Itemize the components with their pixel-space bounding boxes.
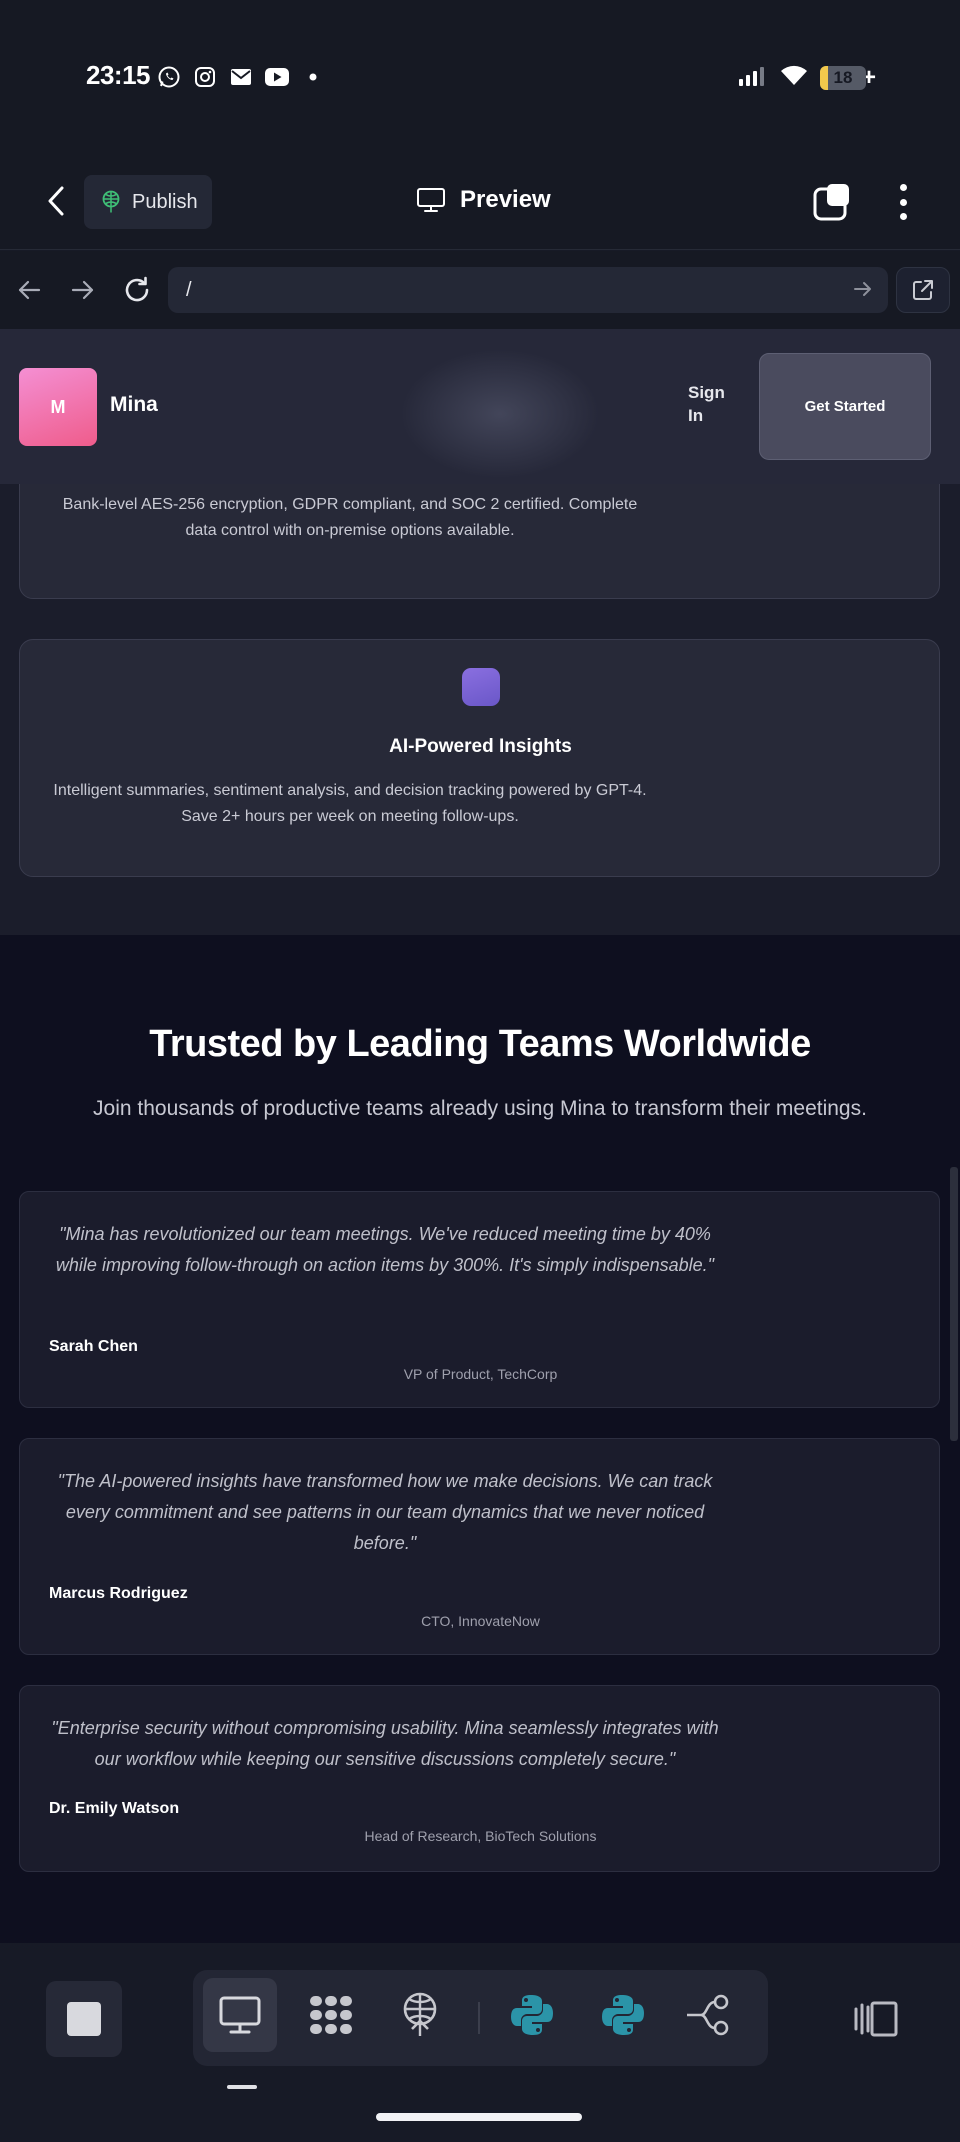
url-text: / bbox=[186, 278, 192, 301]
active-tool-indicator bbox=[227, 2085, 257, 2089]
battery-indicator: 18 + bbox=[819, 64, 876, 92]
testimonial-quote: "The AI-powered insights have transforme… bbox=[57, 1471, 713, 1553]
url-bar: / bbox=[0, 251, 960, 329]
testimonial-role: VP of Product, TechCorp bbox=[403, 1366, 558, 1382]
workflow-tool-button[interactable] bbox=[671, 1978, 745, 2052]
python-tool-button-2[interactable] bbox=[586, 1978, 660, 2052]
status-bar: 23:15 18 + bbox=[0, 0, 960, 150]
site-header: M Mina Sign In Get Started bbox=[0, 329, 960, 484]
chevron-left-icon bbox=[48, 186, 64, 216]
get-started-label: Get Started bbox=[804, 398, 886, 415]
testimonial-quote: "Mina has revolutionized our team meetin… bbox=[55, 1224, 715, 1275]
testimonial-card: "Enterprise security without compromisin… bbox=[19, 1685, 940, 1872]
system-status: 18 + bbox=[738, 64, 876, 92]
split-panel-icon bbox=[854, 2001, 898, 2037]
testimonials-title: Trusted by Leading Teams Worldwide bbox=[149, 1023, 811, 1065]
testimonial-name: Marcus Rodriguez bbox=[49, 1585, 188, 1602]
ai-card-title: AI-Powered Insights bbox=[389, 736, 572, 757]
testimonial-card: "Mina has revolutionized our team meetin… bbox=[19, 1191, 940, 1408]
ai-card-description: Intelligent summaries, sentiment analysi… bbox=[53, 782, 647, 825]
stop-button[interactable] bbox=[46, 1981, 122, 2057]
tabs-button[interactable] bbox=[812, 182, 852, 222]
python-tool-button[interactable] bbox=[495, 1978, 569, 2052]
preview-tool-button[interactable] bbox=[203, 1978, 277, 2052]
testimonial-quote: "Enterprise security without compromisin… bbox=[51, 1718, 719, 1769]
site-logo[interactable]: M bbox=[19, 368, 97, 446]
testimonials-subtitle: Join thousands of productive teams alrea… bbox=[93, 1097, 867, 1120]
browser-back-button[interactable] bbox=[10, 271, 48, 309]
stop-icon bbox=[67, 2002, 101, 2036]
python-icon bbox=[511, 1995, 553, 2035]
testimonial-name: Dr. Emily Watson bbox=[49, 1800, 180, 1817]
testimonial-card: "The AI-powered insights have transforme… bbox=[19, 1438, 940, 1655]
preview-label: Preview bbox=[460, 186, 551, 213]
get-started-button[interactable]: Get Started bbox=[759, 353, 931, 460]
testimonial-role: Head of Research, BioTech Solutions bbox=[364, 1828, 597, 1844]
workflow-icon bbox=[687, 1994, 729, 2036]
web-preview[interactable]: Bank-level AES-256 encryption, GDPR comp… bbox=[0, 329, 960, 1943]
publish-label: Publish bbox=[132, 190, 198, 213]
status-time: 23:15 bbox=[86, 60, 151, 90]
reload-button[interactable] bbox=[118, 271, 156, 309]
battery-icon: 18 bbox=[819, 66, 866, 90]
arrow-left-icon bbox=[18, 280, 41, 300]
testimonial-name: Sarah Chen bbox=[49, 1338, 138, 1355]
kebab-dot-icon bbox=[899, 213, 907, 220]
mail-icon bbox=[228, 64, 254, 90]
publish-icon bbox=[102, 190, 120, 213]
publish-tool-button[interactable] bbox=[383, 1978, 457, 2052]
split-view-button[interactable] bbox=[850, 1995, 902, 2043]
back-button[interactable] bbox=[36, 176, 76, 226]
kebab-dot-icon bbox=[899, 198, 907, 206]
ai-insights-card: AI-Powered Insights Intelligent summarie… bbox=[19, 639, 940, 877]
whatsapp-icon bbox=[156, 64, 182, 90]
bottom-dock bbox=[0, 1943, 960, 2142]
site-brand-name[interactable]: Mina bbox=[110, 393, 158, 417]
testimonial-role: CTO, InnovateNow bbox=[421, 1613, 540, 1629]
agents-tool-button[interactable] bbox=[294, 1978, 368, 2052]
url-input[interactable]: / bbox=[168, 267, 888, 313]
go-button[interactable] bbox=[852, 278, 874, 306]
monitor-icon bbox=[219, 1996, 261, 2034]
app-toolbar: Publish Preview bbox=[0, 150, 960, 250]
logo-letter: M bbox=[50, 396, 66, 417]
preview-title: Preview bbox=[416, 186, 551, 214]
external-link-icon bbox=[913, 280, 933, 300]
home-indicator[interactable] bbox=[376, 2113, 582, 2121]
security-description: Bank-level AES-256 encryption, GDPR comp… bbox=[62, 496, 638, 539]
python-icon bbox=[602, 1995, 644, 2035]
browser-forward-button[interactable] bbox=[64, 271, 102, 309]
go-arrow-icon bbox=[854, 282, 871, 296]
publish-globe-icon bbox=[403, 1992, 437, 2036]
header-glow bbox=[400, 349, 600, 479]
kebab-dot-icon bbox=[899, 184, 907, 191]
sign-in-link[interactable]: Sign In bbox=[688, 381, 736, 427]
tool-switcher bbox=[193, 1970, 768, 2066]
more-menu-button[interactable] bbox=[888, 180, 918, 224]
notification-icons bbox=[156, 64, 326, 90]
arrow-right-icon bbox=[71, 280, 94, 300]
agents-grid-icon bbox=[310, 1996, 352, 2034]
youtube-icon bbox=[264, 64, 290, 90]
tabs-icon bbox=[813, 184, 849, 221]
signal-icon bbox=[738, 65, 768, 92]
ai-feature-icon bbox=[462, 668, 500, 706]
reload-icon bbox=[125, 276, 149, 302]
page-scrollbar[interactable] bbox=[950, 1167, 958, 1441]
open-external-button[interactable] bbox=[896, 267, 950, 313]
instagram-icon bbox=[192, 64, 218, 90]
wifi-icon bbox=[780, 65, 808, 92]
tool-divider bbox=[478, 2002, 480, 2034]
monitor-icon bbox=[417, 188, 445, 212]
publish-button[interactable]: Publish bbox=[84, 175, 212, 229]
dot-icon bbox=[300, 64, 326, 90]
